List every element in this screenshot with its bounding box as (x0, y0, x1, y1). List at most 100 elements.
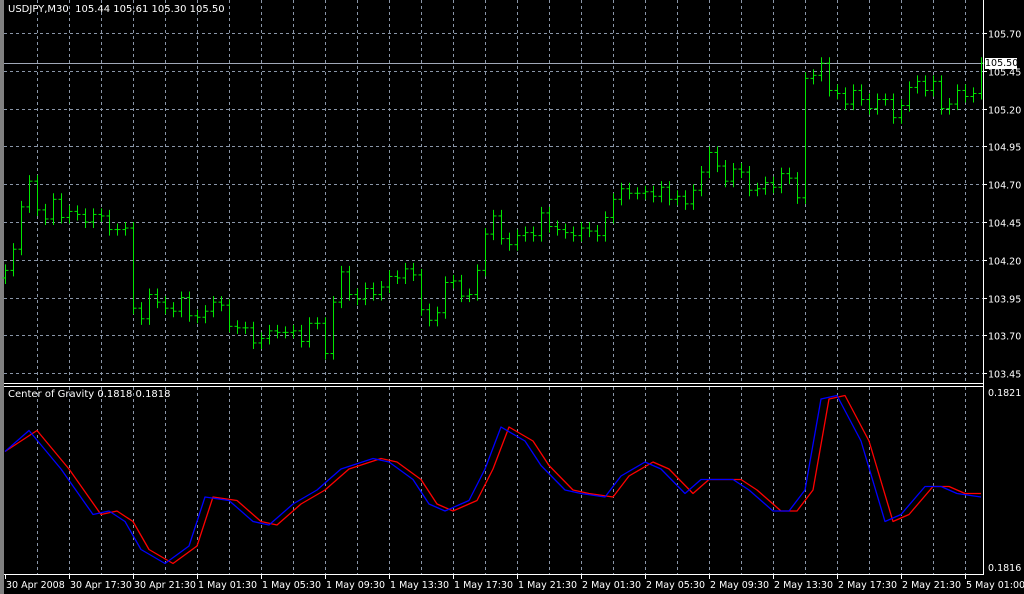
indicator-min-label: 0.1816 (988, 563, 1021, 574)
ohlc-bar (418, 268, 425, 316)
ohlc-bar (882, 93, 889, 106)
ohlc-bar (890, 93, 897, 124)
ohlc-bar (722, 160, 729, 188)
price-tick-label: 103.95 (988, 295, 1021, 306)
time-tick-label: 1 May 09:30 (326, 580, 385, 591)
price-axis-labels: 105.70 105.45 105.20 104.95 104.70 104.45 104.… (983, 30, 1021, 381)
ohlc-bar (530, 226, 537, 242)
price-tick-label: 105.20 (988, 106, 1021, 117)
ohlc-bar (570, 226, 577, 242)
price-tick-label: 104.45 (988, 219, 1021, 230)
ohlc-bar (410, 262, 417, 281)
ohlc-bar (130, 222, 137, 315)
ohlc-bar (146, 288, 153, 325)
price-tick-label: 105.45 (988, 68, 1021, 79)
ohlc-bar (474, 264, 481, 301)
time-tick-label: 30 Apr 2008 (6, 580, 65, 591)
ohlc-bar (602, 211, 609, 242)
ohlc-bar (618, 182, 625, 206)
ohlc-bar (706, 146, 713, 179)
ohlc-bar (18, 200, 25, 256)
ohlc-bar (442, 276, 449, 319)
ohlc-bar (642, 185, 649, 200)
time-tick-label: 2 May 05:30 (646, 580, 705, 591)
time-tick-label: 30 Apr 21:30 (134, 580, 196, 591)
ohlc-bar (402, 262, 409, 284)
ohlc-bar (314, 317, 321, 330)
ohlc-bar (202, 305, 209, 324)
time-axis-labels: 30 Apr 2008 30 Apr 17:30 30 Apr 21:30 1 May… (5, 575, 1024, 591)
price-tick-label: 104.95 (988, 143, 1021, 154)
ohlc-bar (834, 84, 841, 100)
ohlc-bar (186, 291, 193, 322)
ohlc-bar (226, 299, 233, 333)
ohlc-bar (674, 190, 681, 206)
ohlc-bar (378, 280, 385, 301)
price-tick-label: 105.70 (988, 30, 1021, 41)
ohlc-bar (290, 324, 297, 339)
indicator-max-label: 0.1821 (988, 388, 1021, 399)
ohlc-bar (610, 193, 617, 224)
ohlc-bar (338, 265, 345, 309)
ohlc-bar (346, 265, 353, 301)
ohlc-bar (586, 222, 593, 238)
ohlc-bar (266, 324, 273, 345)
indicator-lines (4, 394, 982, 565)
ohlc-bar (370, 282, 377, 301)
ohlc-bar (34, 175, 41, 216)
ohlc-bar (506, 232, 513, 251)
ohlc-bar (42, 203, 49, 226)
price-tick-label: 103.70 (988, 332, 1021, 343)
time-tick-label: 1 May 05:30 (262, 580, 321, 591)
ohlc-bar (634, 187, 641, 200)
ohlc-bar (498, 209, 505, 245)
ohlc-bar (730, 163, 737, 188)
ohlc-bar (98, 208, 105, 222)
ohlc-bar (714, 146, 721, 173)
time-tick-label: 1 May 13:30 (390, 580, 449, 591)
time-tick-label: 1 May 21:30 (518, 580, 577, 591)
ohlc-bar (74, 205, 81, 221)
time-tick-label: 2 May 01:30 (582, 580, 641, 591)
ohlc-bar (514, 229, 521, 251)
time-tick-label: 2 May 17:30 (838, 580, 897, 591)
ohlc-bar (874, 93, 881, 115)
price-chart[interactable]: 105.70 105.45 105.20 104.95 104.70 104.45 104.… (0, 0, 1024, 594)
ohlc-bar (626, 182, 633, 200)
indicator-title: Center of Gravity 0.1818 0.1818 (8, 389, 171, 400)
ohlc-bar (10, 243, 17, 277)
ohlc-bar (842, 87, 849, 111)
ohlc-bar (906, 81, 913, 112)
ohlc-bar (538, 206, 545, 242)
ohlc-bar (866, 93, 873, 115)
ohlc-bar (90, 208, 97, 229)
ohlc-bar (858, 84, 865, 106)
ohlc-bar (522, 226, 529, 242)
ohlc-bar (762, 176, 769, 195)
grid (4, 0, 983, 574)
cog-line-signal (4, 394, 981, 565)
ohlc-bar (122, 222, 129, 236)
ohlc-bar (938, 75, 945, 115)
ohlc-bar (970, 87, 977, 103)
ohlc-bar (234, 320, 241, 334)
time-tick-label: 2 May 13:30 (774, 580, 833, 591)
ohlc-bar (554, 220, 561, 236)
ohlc-bar (242, 321, 249, 334)
ohlc-bar (178, 291, 185, 318)
ohlc-bar (458, 274, 465, 303)
ohlc-bar (218, 296, 225, 312)
ohlc-readout: 105.44 105.61 105.30 105.50 (75, 4, 225, 15)
ohlc-bar (354, 288, 361, 306)
ohlc-bar (330, 296, 337, 360)
ohlc-bar (962, 84, 969, 103)
time-tick-label: 1 May 01:30 (198, 580, 257, 591)
ohlc-bar (274, 324, 281, 339)
ohlc-bar (490, 209, 497, 241)
ohlc-bar (770, 176, 777, 194)
ohlc-bar (210, 296, 217, 318)
price-tick-label: 103.45 (988, 370, 1021, 381)
ohlc-bar (818, 57, 825, 82)
ohlc-bar (66, 205, 73, 224)
ohlc-bar (26, 175, 33, 213)
